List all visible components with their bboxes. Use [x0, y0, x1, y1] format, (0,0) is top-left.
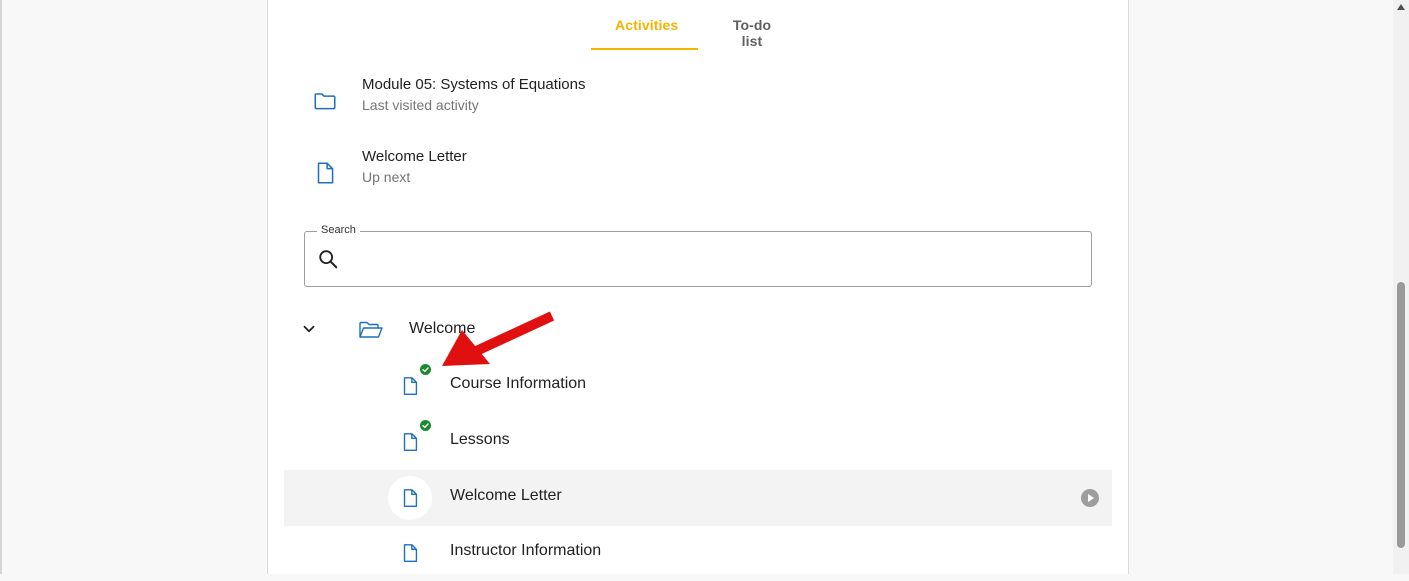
last-visited-title: Module 05: Systems of Equations [362, 76, 586, 93]
up-next-subtitle: Up next [362, 169, 411, 185]
document-icon-wrap [388, 531, 432, 575]
active-tab-indicator [591, 48, 698, 50]
completed-check-icon [420, 420, 431, 431]
tab-todo-list[interactable]: To-do list [722, 17, 782, 49]
tree-item-course-information[interactable]: Course Information [284, 358, 1112, 414]
tree-item-label: Welcome Letter [450, 487, 562, 504]
up-next-item[interactable]: Welcome Letter Up next [304, 148, 704, 198]
document-icon [403, 377, 418, 395]
tree-item-label: Instructor Information [450, 542, 602, 559]
tree-item-welcome-letter[interactable]: Welcome Letter [284, 470, 1112, 526]
tab-activities[interactable]: Activities [615, 17, 678, 33]
activities-panel: Activities To-do list Module 05: Systems… [267, 0, 1129, 574]
search-label: Search [317, 224, 360, 236]
folder-open-icon [359, 321, 383, 338]
document-icon [403, 544, 418, 562]
document-icon [317, 162, 334, 184]
chevron-down-icon[interactable] [300, 320, 318, 338]
completed-check-icon [420, 364, 431, 375]
search-icon [319, 250, 338, 269]
tree-item-instructor-information[interactable]: Instructor Information [284, 525, 1112, 581]
tree-item-label: Course Information [450, 375, 587, 392]
scroll-up-arrow-icon[interactable] [1395, 2, 1407, 12]
up-next-title: Welcome Letter [362, 148, 467, 165]
document-icon [403, 433, 418, 451]
document-icon-wrap [388, 476, 432, 520]
play-icon[interactable] [1080, 488, 1100, 508]
tree-folder-welcome[interactable]: Welcome [284, 302, 1112, 358]
folder-icon [314, 93, 336, 110]
search-field[interactable]: Search [304, 224, 1092, 287]
tree-item-lessons[interactable]: Lessons [284, 414, 1112, 470]
last-visited-item[interactable]: Module 05: Systems of Equations Last vis… [304, 76, 704, 126]
search-input[interactable] [349, 242, 1073, 278]
last-visited-subtitle: Last visited activity [362, 97, 479, 113]
scrollbar-thumb[interactable] [1397, 282, 1405, 548]
tree-item-label: Lessons [450, 431, 510, 448]
window-left-edge [0, 0, 2, 574]
annotation-arrow-icon [442, 311, 555, 366]
document-icon [403, 489, 418, 507]
